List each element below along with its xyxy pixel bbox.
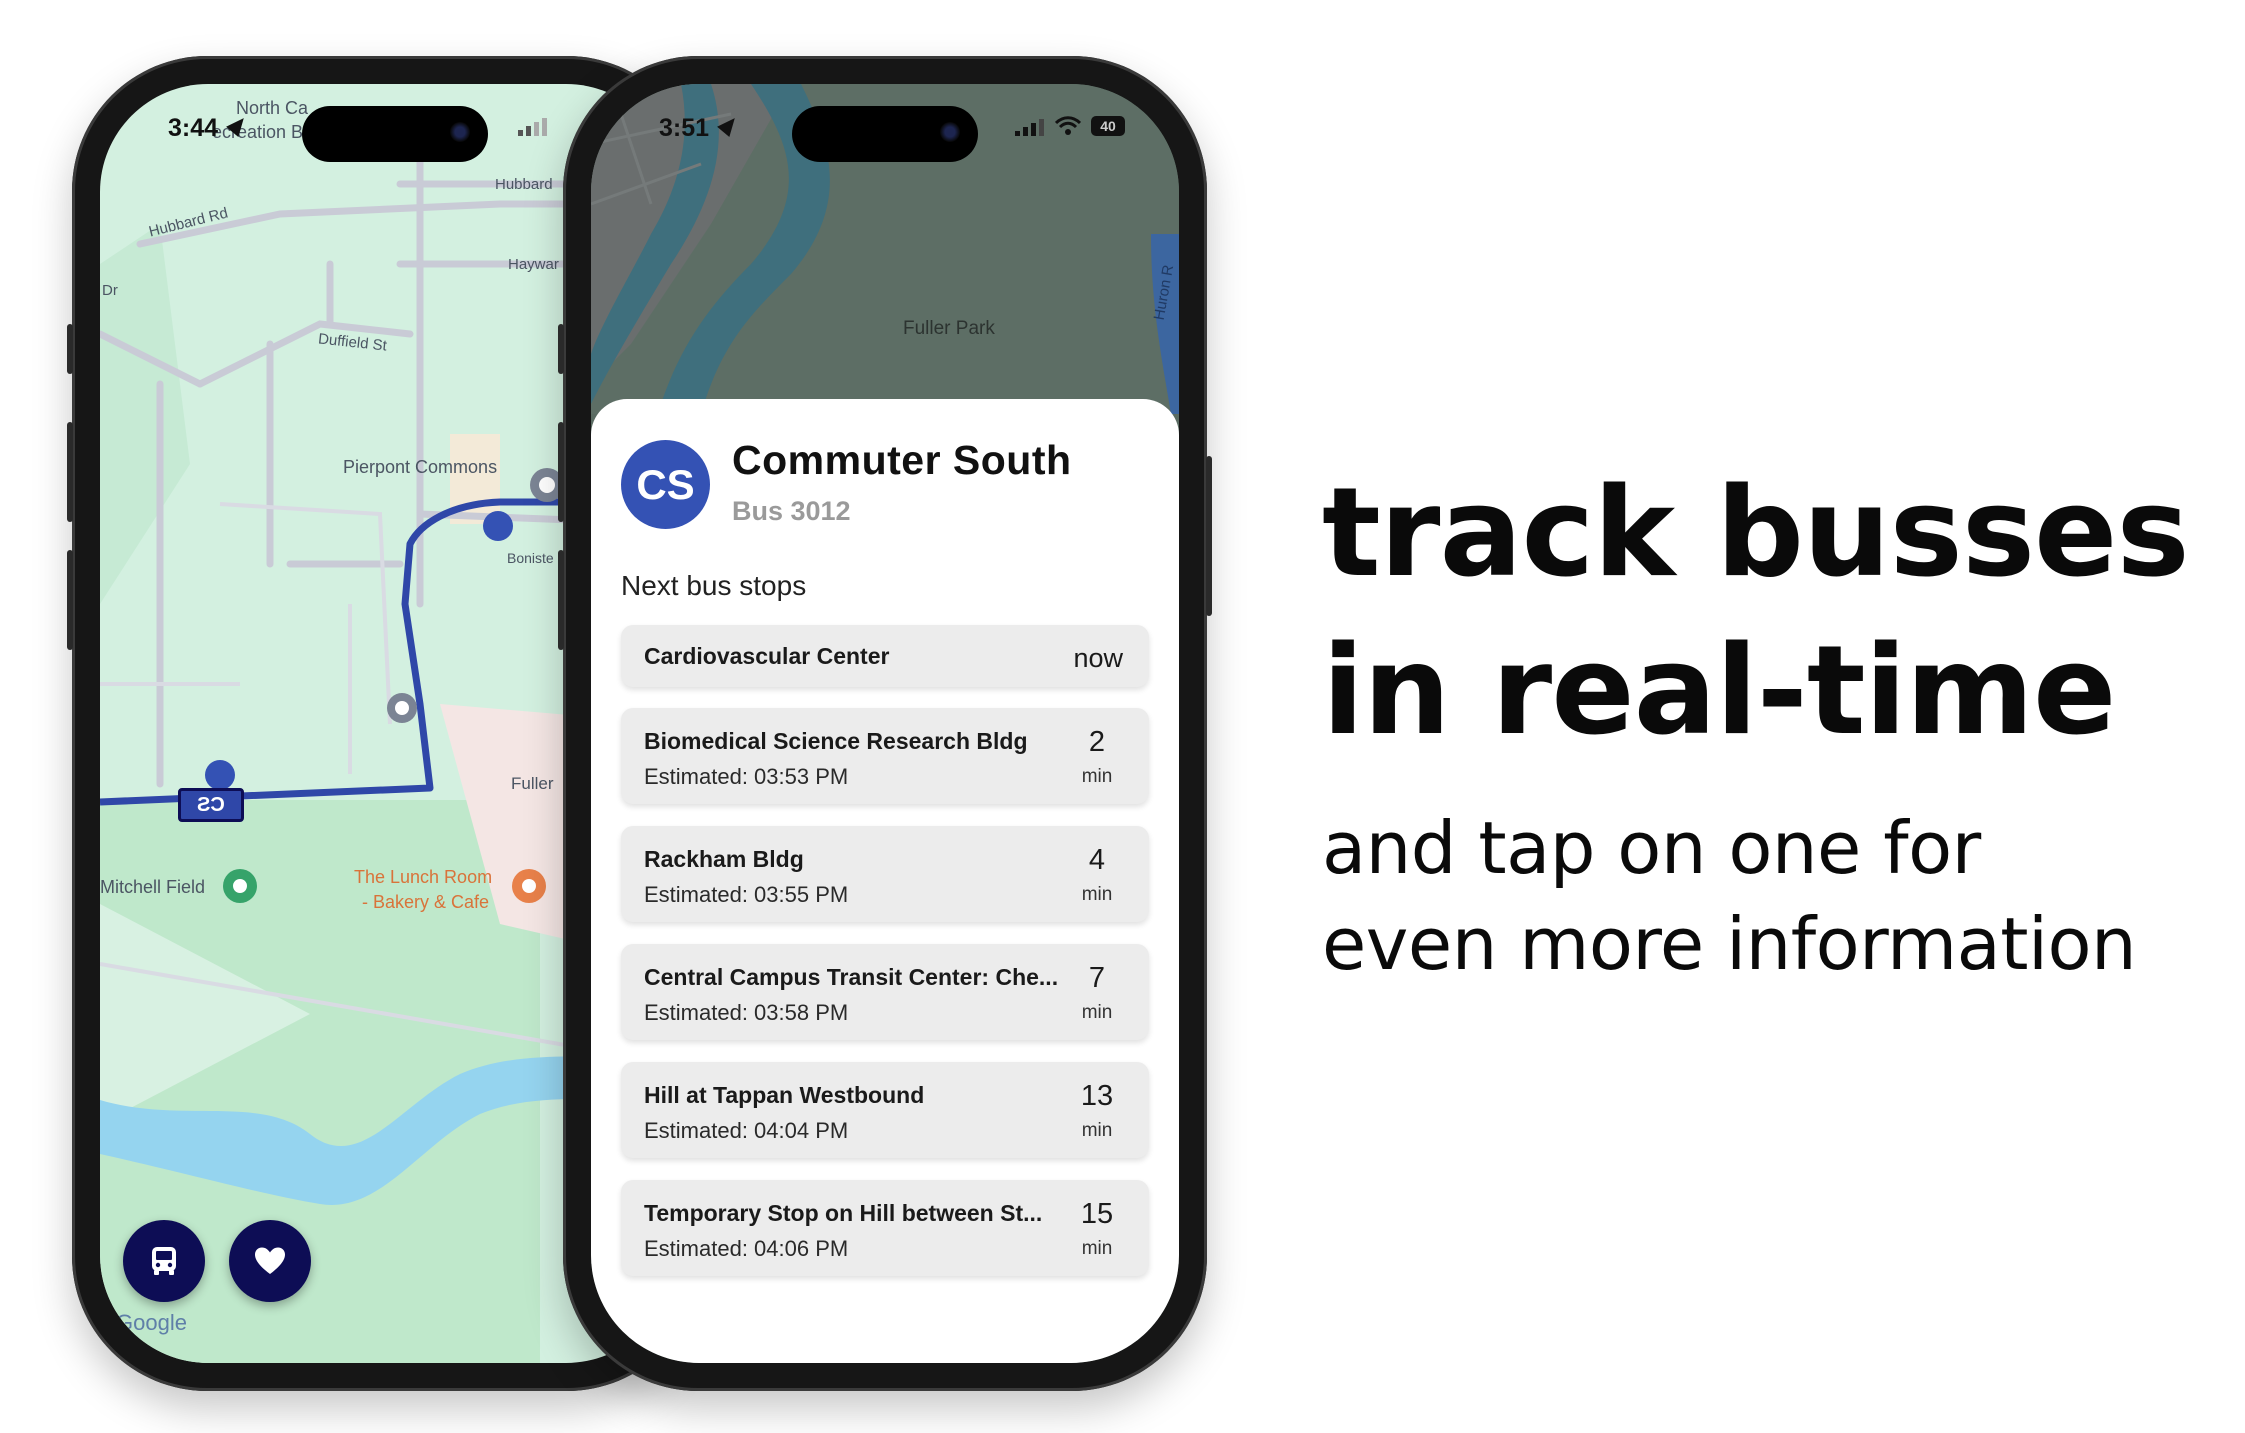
stop-eta: 15 [1080,1198,1114,1230]
map-label-fuller: Fuller [511,774,554,793]
stop-name: Temporary Stop on Hill between St... [644,1200,1043,1226]
battery-level: 40 [1100,118,1116,134]
map-label-fuller-park: Fuller Park [903,318,995,339]
map-label-hubbard: Hubbard [495,176,553,193]
stop-eta: 4 [1088,844,1106,876]
right-screen: Fuller Park Huron R 3:51 40 CS Commuter … [591,84,1179,1363]
map-label-bonisteel: Boniste [507,550,554,566]
stop-eta: 13 [1080,1080,1114,1112]
stop-name: Central Campus Transit Center: Che... [644,964,1059,990]
status-time-left: 3:44 [168,114,219,142]
headline-line-1: track busses [1322,462,2190,605]
stop-eta-unit: min [1081,1238,1113,1259]
stop-estimate: Estimated: 03:58 PM [644,1000,849,1025]
signal-icon [518,116,548,136]
dynamic-island-right [792,106,978,162]
status-time-right: 3:51 [659,114,710,142]
map-label-hayward: Haywar [508,256,559,273]
heart-icon [255,1247,285,1274]
stop-name: Biomedical Science Research Bldg [644,728,1028,754]
bus-marker-label: CS [197,793,225,816]
route-name: Commuter South [732,437,1072,483]
stop-estimate: Estimated: 04:04 PM [644,1118,849,1143]
headline: track busses in real-time [1322,455,2190,771]
stop-eta: 2 [1088,726,1106,758]
next-stops-heading: Next bus stops [621,570,807,601]
subheadline-line-2: even more information [1322,902,2137,986]
headline-line-2: in real-time [1322,620,2116,763]
map-label-dr: Dr [102,282,118,299]
stop-eta: now [1073,643,1123,673]
favorites-button[interactable] [229,1220,311,1302]
route-avatar: CS [621,440,710,529]
signal-icon [1015,118,1045,136]
stop-estimate: Estimated: 04:06 PM [644,1236,849,1261]
map-label-lunch-room: The Lunch Room [354,867,493,887]
map-label-pierpont: Pierpont Commons [343,457,498,477]
right-phone: Fuller Park Huron R 3:51 40 CS Commuter … [558,56,1212,1391]
stop-card[interactable]: Rackham Bldg Estimated: 03:55 PM 4 min [621,826,1149,922]
map-label-mitchell-field: Mitchell Field [100,877,206,897]
stop-eta-unit: min [1081,884,1113,905]
bus-marker[interactable]: CS [178,788,244,822]
map-label-bakery-cafe: - Bakery & Cafe [362,892,490,912]
stop-name: Cardiovascular Center [644,643,890,669]
bus-icon [152,1247,176,1275]
stop-name: Rackham Bldg [644,846,804,872]
stop-card[interactable]: Cardiovascular Center now [621,625,1149,687]
stop-card[interactable]: Temporary Stop on Hill between St... Est… [621,1180,1149,1276]
stop-estimate: Estimated: 03:53 PM [644,764,849,789]
subheadline: and tap on one for even more information [1322,800,2137,992]
map-label-north-campus: North Ca [236,98,309,118]
stop-estimate: Estimated: 03:55 PM [644,882,849,907]
bus-detail-sheet[interactable]: CS Commuter South Bus 3012 Next bus stop… [591,399,1179,1363]
stop-name: Hill at Tappan Westbound [644,1082,925,1108]
wifi-icon [1055,116,1081,135]
battery-icon: 40 [1091,116,1125,136]
bus-list-button[interactable] [123,1220,205,1302]
dynamic-island-left [302,106,488,162]
stop-card[interactable]: Central Campus Transit Center: Che... Es… [621,944,1149,1040]
stop-card[interactable]: Hill at Tappan Westbound Estimated: 04:0… [621,1062,1149,1158]
stop-eta-unit: min [1081,766,1113,787]
subheadline-line-1: and tap on one for [1322,806,1981,890]
stop-eta-unit: min [1081,1002,1113,1023]
stop-card[interactable]: Biomedical Science Research Bldg Estimat… [621,708,1149,804]
stop-eta-unit: min [1081,1120,1113,1141]
google-logo: Google [116,1310,187,1335]
stop-eta: 7 [1088,962,1106,994]
bus-number: Bus 3012 [732,496,851,526]
